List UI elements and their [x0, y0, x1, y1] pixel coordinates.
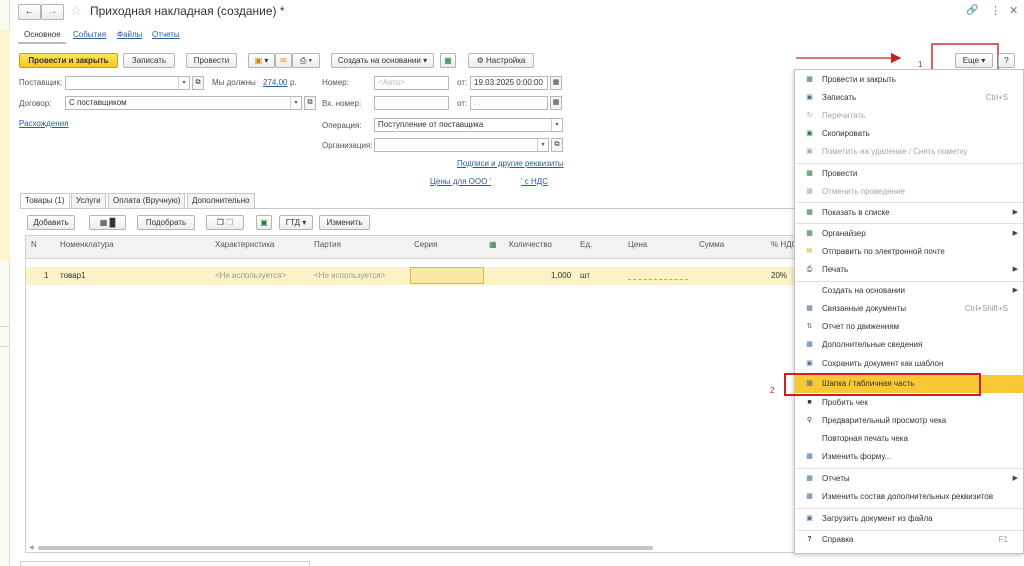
- menu-item-create-based[interactable]: Создать на основании ▶: [795, 282, 1024, 300]
- menu-item-organizer[interactable]: ▦ Органайзер ▶: [795, 225, 1024, 243]
- menu-item-email[interactable]: ✉ Отправить по электронной почте: [795, 243, 1024, 261]
- form-icon: ▦: [806, 453, 813, 460]
- unpost-icon: ▦: [806, 188, 813, 195]
- submenu-arrow-icon: ▶: [1012, 209, 1018, 216]
- preview-icon: ⚲: [806, 417, 813, 424]
- post-close-icon: ▦: [806, 76, 813, 83]
- step1-label: 1: [918, 60, 923, 69]
- copy-icon: ▣: [806, 130, 813, 137]
- attributes-icon: ▦: [806, 493, 813, 500]
- menu-item-load-file[interactable]: ▣ Загрузить документ из файла: [795, 510, 1024, 528]
- menu-item-post[interactable]: ▦ Провести: [795, 165, 1024, 183]
- organizer-icon: ▦: [806, 230, 813, 237]
- related-docs-icon: ▦: [806, 305, 813, 312]
- menu-item-help[interactable]: ? Справка F1: [795, 531, 1024, 549]
- info-icon: ▦: [806, 341, 813, 348]
- email-icon: ✉: [806, 248, 813, 255]
- menu-item-movements[interactable]: ⇅ Отчет по движениям: [795, 318, 1024, 336]
- step2-label: 2: [770, 386, 775, 395]
- menu-item-show-list[interactable]: ▦ Показать в списке ▶: [795, 204, 1024, 222]
- load-file-icon: ▣: [806, 515, 813, 522]
- receipt-icon: ■: [807, 399, 812, 406]
- reports-icon: ▦: [806, 475, 813, 482]
- menu-item-change-form[interactable]: ▦ Изменить форму...: [795, 448, 1024, 466]
- menu-item-delete-mark[interactable]: ▣ Пометить на удаление / Снять пометку: [795, 143, 1024, 161]
- submenu-arrow-icon: ▶: [1012, 266, 1018, 273]
- submenu-arrow-icon: ▶: [1012, 287, 1018, 294]
- menu-item-save[interactable]: ▣ Записать Ctrl+S: [795, 89, 1024, 107]
- show-list-icon: ▦: [806, 209, 813, 216]
- print-icon: ⎙: [806, 266, 813, 273]
- menu-item-unpost[interactable]: ▦ Отменить проведение: [795, 183, 1024, 201]
- menu-item-receipt[interactable]: ■ Пробить чек: [795, 394, 1024, 412]
- delete-mark-icon: ▣: [806, 148, 813, 155]
- menu-item-reload[interactable]: ↻ Перечитать: [795, 107, 1024, 125]
- more-button[interactable]: Еще ▾: [955, 53, 993, 68]
- menu-item-related-docs[interactable]: ▦ Связанные документы Ctrl+Shift+S: [795, 300, 1024, 318]
- menu-item-save-template[interactable]: ▣ Сохранить документ как шаблон: [795, 355, 1024, 373]
- more-dropdown-menu: ▦ Провести и закрыть ▣ Записать Ctrl+S ↻ Пер…: [794, 69, 1024, 554]
- template-icon: ▣: [806, 360, 813, 367]
- menu-item-reprint-receipt[interactable]: Повторная печать чека: [795, 430, 1024, 448]
- menu-item-preview-receipt[interactable]: ⚲ Предварительный просмотр чека: [795, 412, 1024, 430]
- save-icon: ▣: [806, 94, 813, 101]
- submenu-arrow-icon: ▶: [1012, 475, 1018, 482]
- reload-icon: ↻: [806, 112, 813, 119]
- menu-item-additional-info[interactable]: ▦ Дополнительные сведения: [795, 336, 1024, 354]
- help-icon: ?: [807, 536, 812, 543]
- menu-item-post-close[interactable]: ▦ Провести и закрыть: [795, 71, 1024, 89]
- annotation-box-header-table: [784, 373, 981, 396]
- help-button[interactable]: ?: [998, 53, 1015, 68]
- menu-item-print[interactable]: ⎙ Печать ▶: [795, 261, 1024, 279]
- post-icon: ▦: [806, 170, 813, 177]
- menu-item-copy[interactable]: ▣ Скопировать: [795, 125, 1024, 143]
- submenu-arrow-icon: ▶: [1012, 230, 1018, 237]
- menu-item-reports[interactable]: ▦ Отчеты ▶: [795, 470, 1024, 488]
- menu-item-attributes[interactable]: ▦ Изменить состав дополнительных реквизит…: [795, 488, 1024, 506]
- movements-icon: ⇅: [806, 323, 813, 330]
